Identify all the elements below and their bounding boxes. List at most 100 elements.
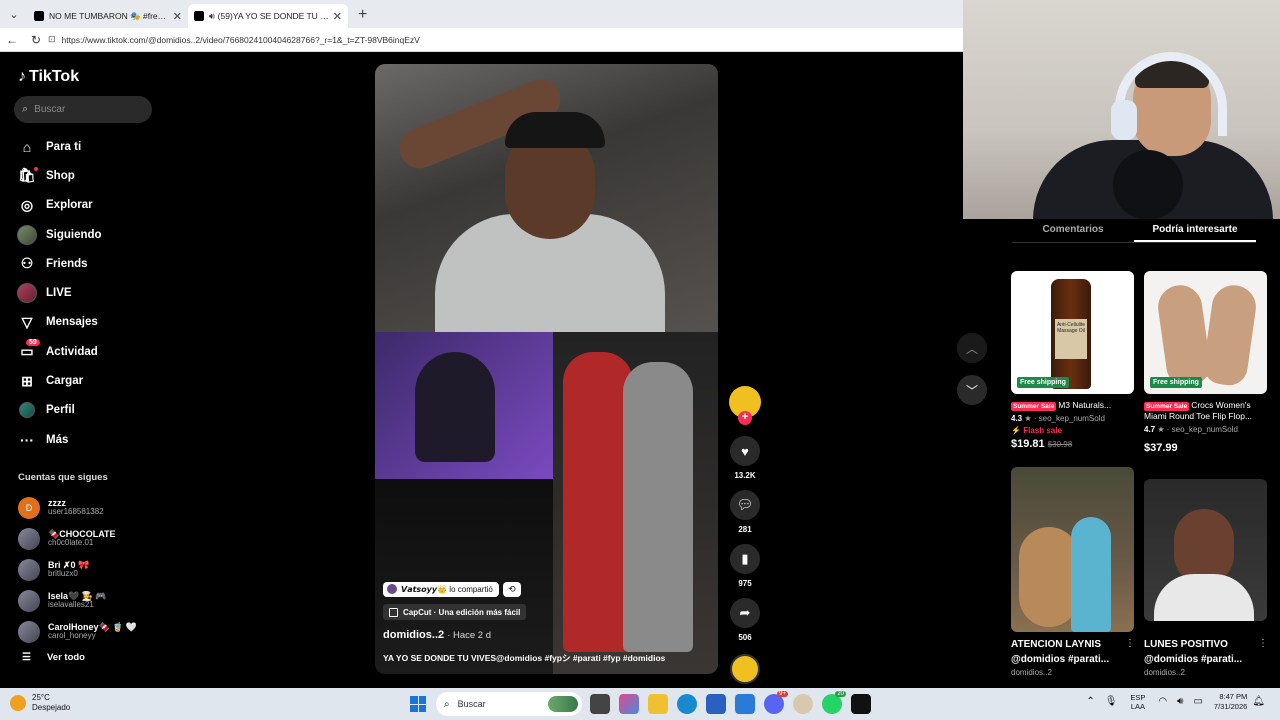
browser-tab-2[interactable]: 🔊︎ (59)YA YO SE DONDE TU VIVE ✕ bbox=[188, 4, 348, 28]
main-menu: ⌂ Para ti 🛍︎ Shop ◎ Explorar Siguiendo ⚇… bbox=[16, 132, 102, 454]
more-options-icon[interactable]: ⋮ bbox=[1258, 638, 1268, 649]
star-icon: ★ bbox=[1157, 424, 1165, 434]
creator-avatar[interactable]: + bbox=[729, 386, 761, 425]
tab-podria-interesarte[interactable]: Podría interesarte bbox=[1134, 219, 1256, 242]
video-author[interactable]: domidios..2 · Hace 2 d bbox=[383, 629, 491, 641]
microphone-icon[interactable]: 🎙︎ bbox=[1105, 696, 1118, 707]
menu-mensajes[interactable]: ▽ Mensajes bbox=[16, 308, 102, 337]
activity-badge: 59 bbox=[26, 339, 40, 347]
back-arrow-icon[interactable]: ← bbox=[0, 33, 24, 47]
menu-live[interactable]: LIVE bbox=[16, 278, 102, 307]
home-icon: ⌂ bbox=[22, 138, 32, 155]
discord-icon[interactable]: 9+ bbox=[764, 691, 788, 714]
repost-icon[interactable]: ⟲ bbox=[502, 581, 521, 597]
battery-icon[interactable]: ▭ bbox=[1193, 696, 1202, 707]
search-highlight-image bbox=[548, 696, 578, 712]
comment-action[interactable]: 💬︎ 281 bbox=[728, 490, 762, 534]
browser-tab-1[interactable]: NO ME TUMBARON 🎭 #freefire # ✕ bbox=[28, 4, 188, 28]
account-username: carol_honeyy bbox=[48, 631, 96, 641]
product-card[interactable]: Free shipping Summer Sale Crocs Women's M… bbox=[1144, 271, 1267, 454]
file-explorer-icon[interactable] bbox=[648, 694, 668, 714]
tiktok-app-icon[interactable] bbox=[851, 694, 871, 714]
edge-icon[interactable] bbox=[677, 694, 697, 714]
menu-shop[interactable]: 🛍︎ Shop bbox=[16, 161, 102, 190]
close-tab-icon[interactable]: ✕ bbox=[333, 10, 342, 23]
site-info-icon[interactable]: ⊡ bbox=[48, 34, 56, 45]
following-account[interactable]: CarolHoney🍫 🧋 🤍 carol_honeyy bbox=[18, 616, 137, 647]
menu-para-ti[interactable]: ⌂ Para ti bbox=[16, 132, 102, 161]
search-input[interactable]: ⌕ Buscar bbox=[14, 96, 152, 123]
new-tab-plus-icon[interactable]: + bbox=[348, 6, 377, 28]
previous-video-chevron-up-icon[interactable]: ︿ bbox=[957, 333, 987, 363]
menu-actividad[interactable]: ▭ 59 Actividad bbox=[16, 337, 102, 366]
product-image: Anti-Cellulite Massage Oil Free shipping bbox=[1011, 271, 1134, 394]
speaker-icon[interactable]: 🔊︎ bbox=[209, 11, 215, 22]
taskbar-search[interactable]: ⌕ Buscar bbox=[436, 692, 582, 716]
menu-label: LIVE bbox=[46, 287, 72, 300]
video-frame-bottom bbox=[375, 479, 553, 674]
clock[interactable]: 8:47 PM 7/31/2026 bbox=[1214, 692, 1247, 712]
product-card[interactable]: Anti-Cellulite Massage Oil Free shipping… bbox=[1011, 271, 1134, 450]
reload-icon[interactable]: ↻ bbox=[24, 33, 48, 47]
following-account[interactable]: Bri ✗0 🎀 britluzx0 bbox=[18, 554, 137, 585]
menu-explorar[interactable]: ◎ Explorar bbox=[16, 191, 102, 220]
windows-start-icon[interactable] bbox=[410, 696, 426, 712]
next-video-chevron-down-icon[interactable]: ﹀ bbox=[957, 375, 987, 405]
following-account[interactable]: D zzzz user168581382 bbox=[18, 492, 137, 523]
url-field[interactable]: ⊡ https://www.tiktok.com/@domidios..2/vi… bbox=[48, 31, 955, 49]
video-card-title[interactable]: LUNES POSITIVO @domidios #parati... domi… bbox=[1144, 638, 1259, 679]
language-indicator[interactable]: ESP LAA bbox=[1130, 693, 1145, 711]
notification-bell-icon[interactable]: 🔔︎ bbox=[1252, 696, 1265, 707]
task-view-icon[interactable] bbox=[590, 694, 610, 714]
send-icon: ▽ bbox=[21, 313, 33, 330]
share-arrow-icon[interactable]: ➦ bbox=[730, 598, 760, 628]
capcut-label: CapCut · Una edición más fácil bbox=[403, 607, 521, 617]
tab-actions-chevron-icon[interactable]: ⌄ bbox=[2, 2, 26, 26]
save-action[interactable]: ▮ 975 bbox=[728, 544, 762, 588]
follow-plus-icon[interactable]: + bbox=[738, 411, 752, 425]
account-username: ch0c0late.01 bbox=[48, 538, 94, 548]
weather-widget[interactable]: 25°C Despejado bbox=[10, 693, 70, 712]
menu-siguiendo[interactable]: Siguiendo bbox=[16, 220, 102, 249]
following-account[interactable]: 🍫CHOCOLATE ch0c0late.01 bbox=[18, 523, 137, 554]
bookmark-icon[interactable]: ▮ bbox=[730, 544, 760, 574]
see-all-button[interactable]: ☰ Ver todo bbox=[22, 652, 85, 663]
menu-mas[interactable]: ··· Más bbox=[16, 425, 102, 454]
account-avatar bbox=[18, 558, 40, 581]
sold-count: seo_kep_numSold bbox=[1171, 424, 1238, 434]
menu-cargar[interactable]: ⊞ Cargar bbox=[16, 366, 102, 395]
capcut-link[interactable]: CapCut · Una edición más fácil bbox=[383, 604, 527, 620]
volume-icon[interactable]: 🔊︎ bbox=[1177, 696, 1183, 707]
wifi-icon[interactable]: ◠ bbox=[1158, 696, 1167, 707]
whatsapp-icon[interactable]: 20 bbox=[822, 691, 846, 714]
chevron-up-icon[interactable]: ⌃ bbox=[1086, 696, 1094, 707]
tab-comentarios[interactable]: Comentarios bbox=[1012, 219, 1134, 242]
comment-icon[interactable]: 💬︎ bbox=[730, 490, 760, 520]
tiktok-logo[interactable]: ♪ TikTok bbox=[18, 68, 79, 86]
capcut-icon bbox=[389, 607, 398, 617]
tiktok-favicon-icon bbox=[34, 11, 44, 21]
app-icon[interactable] bbox=[793, 694, 813, 714]
more-options-icon[interactable]: ⋮ bbox=[1125, 638, 1135, 649]
system-tray: ⌃ 🎙︎ ESP LAA ◠ 🔊︎ ▭ 8:47 PM 7/31/2026 🔔︎ bbox=[1081, 692, 1270, 712]
heart-icon[interactable]: ♥ bbox=[730, 436, 760, 466]
following-account[interactable]: Isela🖤 👩‍🍳 🎮 iselavalles21 bbox=[18, 585, 137, 616]
microsoft-store-icon[interactable] bbox=[706, 694, 726, 714]
video-thumbnail[interactable] bbox=[1144, 479, 1267, 621]
comment-count: 281 bbox=[738, 525, 752, 534]
copilot-icon[interactable] bbox=[619, 694, 639, 714]
close-tab-icon[interactable]: ✕ bbox=[173, 10, 182, 23]
menu-friends[interactable]: ⚇ Friends bbox=[16, 249, 102, 278]
outlook-icon[interactable] bbox=[735, 694, 755, 714]
share-action[interactable]: ➦ 506 bbox=[728, 598, 762, 642]
discord-badge: 9+ bbox=[777, 691, 788, 697]
music-disc-icon[interactable] bbox=[730, 654, 760, 684]
menu-label: Para ti bbox=[46, 140, 82, 153]
like-action[interactable]: ♥ 13.2K bbox=[728, 436, 762, 480]
product-rating: 4.3 ★ · seo_kep_numSold bbox=[1011, 414, 1105, 424]
video-thumbnail[interactable] bbox=[1011, 467, 1134, 632]
video-card-title[interactable]: ATENCION LAYNIS @domidios #parati... dom… bbox=[1011, 638, 1126, 679]
menu-perfil[interactable]: Perfil bbox=[16, 396, 102, 425]
shared-by[interactable]: 𝙑𝙖𝙩𝙨𝙤𝙮𝙮👑 lo compartió ⟲ bbox=[383, 581, 521, 597]
shared-pill[interactable]: 𝙑𝙖𝙩𝙨𝙤𝙮𝙮👑 lo compartió bbox=[383, 581, 499, 597]
